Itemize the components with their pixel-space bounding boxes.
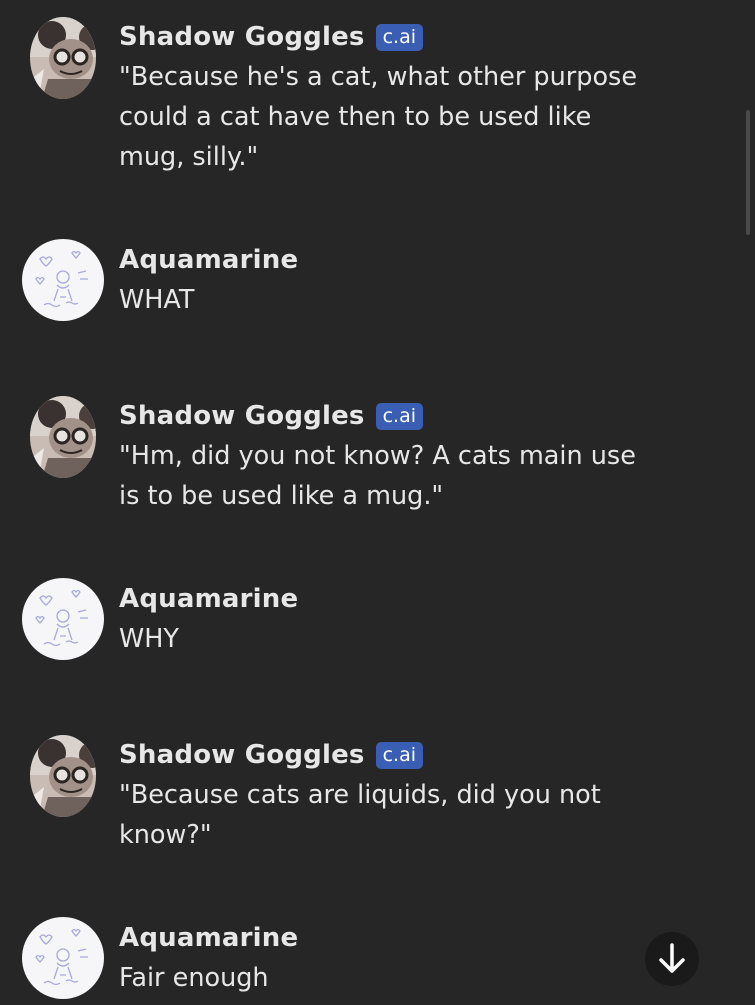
message-text: "Hm, did you not know? A cats main use i… [119, 441, 636, 511]
message-body: Shadow Goggles c.ai "Hm, did you not kno… [119, 396, 659, 516]
message-text: "Because cats are liquids, did you not k… [119, 780, 601, 850]
sender-name[interactable]: Shadow Goggles [119, 22, 365, 52]
sender-name[interactable]: Aquamarine [119, 245, 298, 275]
message-body: Aquamarine WHAT [119, 240, 659, 320]
message-text: Fair enough [119, 963, 269, 993]
message-text: WHAT [119, 285, 195, 315]
message-text: "Because he's a cat, what other purpose … [119, 62, 638, 172]
scroll-to-bottom-button[interactable] [645, 932, 699, 986]
message-header: Aquamarine [119, 918, 659, 958]
user-avatar[interactable] [22, 917, 104, 999]
chat-message-list[interactable]: Shadow Goggles c.ai "Because he's a cat,… [0, 0, 740, 1005]
user-avatar[interactable] [22, 239, 104, 321]
message-header: Shadow Goggles c.ai [119, 396, 659, 436]
message-body: Shadow Goggles c.ai "Because he's a cat,… [119, 17, 659, 177]
message-header: Shadow Goggles c.ai [119, 17, 659, 57]
character-avatar[interactable] [30, 396, 96, 478]
sender-name[interactable]: Shadow Goggles [119, 740, 365, 770]
message-text: WHY [119, 624, 179, 654]
message-header: Aquamarine [119, 240, 659, 280]
ai-badge: c.ai [375, 402, 423, 430]
character-avatar[interactable] [30, 735, 96, 817]
arrow-down-icon [659, 943, 685, 973]
user-avatar[interactable] [22, 578, 104, 660]
scrollbar-thumb[interactable] [746, 110, 750, 235]
character-avatar[interactable] [30, 17, 96, 99]
message-body: Shadow Goggles c.ai "Because cats are li… [119, 735, 659, 855]
message-body: Aquamarine WHY [119, 579, 659, 659]
sender-name[interactable]: Shadow Goggles [119, 401, 365, 431]
sender-name[interactable]: Aquamarine [119, 584, 298, 614]
message-header: Aquamarine [119, 579, 659, 619]
sender-name[interactable]: Aquamarine [119, 923, 298, 953]
scrollbar[interactable] [741, 0, 755, 1005]
message-header: Shadow Goggles c.ai [119, 735, 659, 775]
message-body: Aquamarine Fair enough [119, 918, 659, 998]
ai-badge: c.ai [375, 23, 423, 51]
ai-badge: c.ai [375, 741, 423, 769]
